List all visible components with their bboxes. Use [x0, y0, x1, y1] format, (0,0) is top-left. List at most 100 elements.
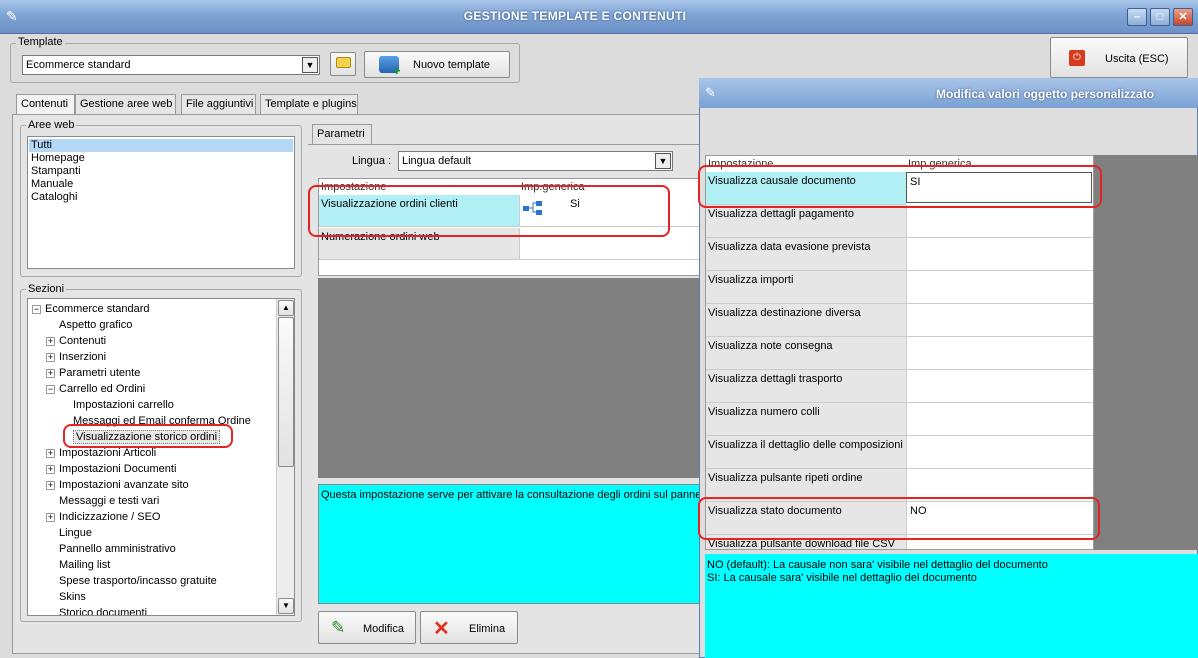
dialog-title: Modifica valori oggetto personalizzato: [936, 87, 1155, 101]
dialog-app-icon: ✎: [705, 85, 716, 100]
tree-item[interactable]: Spese trasporto/incasso gratuite: [46, 573, 217, 589]
tree-item[interactable]: + Contenuti: [46, 333, 106, 349]
tree-item[interactable]: + Indicizzazione / SEO: [46, 509, 161, 525]
chevron-down-icon[interactable]: ▼: [655, 153, 671, 169]
tree-item-label: Storico documenti: [59, 607, 148, 616]
lingua-label: Lingua :: [352, 155, 392, 167]
tree-scrollbar[interactable]: ▲ ▼: [276, 299, 294, 615]
add-icon: +: [393, 63, 401, 78]
tree-item[interactable]: − Carrello ed Ordini: [46, 381, 145, 397]
highlight-parametri-row: [308, 185, 670, 237]
row-name: Visualizza numero colli: [708, 406, 820, 418]
expand-icon[interactable]: +: [46, 464, 55, 474]
list-item[interactable]: Homepage: [31, 152, 85, 165]
tree-item-label: Aspetto grafico: [59, 319, 133, 331]
tree-item-label: Impostazioni Documenti: [59, 463, 177, 475]
tree-item[interactable]: Aspetto grafico: [46, 317, 132, 333]
tree-item-label: Parametri utente: [59, 367, 141, 379]
row-name: Visualizza note consegna: [708, 340, 833, 352]
tree-item[interactable]: Pannello amministrativo: [46, 541, 176, 557]
tree-item[interactable]: − Ecommerce standard: [32, 301, 150, 317]
dialog-grid[interactable]: Impostazione Imp.generica Visualizza cau…: [705, 155, 1094, 550]
highlight-stato-row: [698, 497, 1100, 540]
chevron-down-icon[interactable]: ▼: [302, 57, 318, 73]
tree-item[interactable]: Messaggi e testi vari: [46, 493, 159, 509]
tree-item[interactable]: Lingue: [46, 525, 92, 541]
row-name: Visualizza il dettaglio delle composizio…: [708, 439, 903, 451]
expand-icon[interactable]: +: [46, 512, 55, 522]
new-template-button[interactable]: + Nuovo template: [364, 51, 510, 78]
dialog-help-text: NO (default): La causale non sara' visib…: [705, 554, 1198, 658]
elimina-button[interactable]: ✕ Elimina: [420, 611, 518, 644]
table-row[interactable]: Visualizza numero colli: [706, 403, 906, 436]
tree-item-label: Impostazioni carrello: [73, 399, 174, 411]
table-row-value[interactable]: [906, 436, 1093, 469]
expand-icon[interactable]: +: [46, 336, 55, 346]
table-row[interactable]: Visualizza dettagli trasporto: [706, 370, 906, 403]
expand-icon[interactable]: +: [46, 368, 55, 378]
scroll-thumb[interactable]: [278, 317, 294, 467]
table-row[interactable]: Visualizza destinazione diversa: [706, 304, 906, 337]
table-row-value[interactable]: [906, 337, 1093, 370]
parametri-description: Questa impostazione serve per attivare l…: [318, 484, 706, 604]
sezioni-label: Sezioni: [26, 283, 67, 295]
tree-item[interactable]: + Inserzioni: [46, 349, 106, 365]
maximize-button[interactable]: □: [1150, 8, 1170, 26]
table-row-value[interactable]: [906, 271, 1093, 304]
highlight-selected-section: [63, 424, 233, 448]
list-item[interactable]: Stampanti: [31, 165, 81, 178]
collapse-icon[interactable]: −: [32, 304, 41, 314]
tree-item[interactable]: + Parametri utente: [46, 365, 140, 381]
tab-parametri[interactable]: Parametri: [312, 124, 372, 145]
row-name: Visualizza dettagli pagamento: [708, 208, 854, 220]
expand-icon[interactable]: +: [46, 448, 55, 458]
tree-item[interactable]: + Impostazioni Documenti: [46, 461, 176, 477]
scroll-down-button[interactable]: ▼: [278, 598, 294, 614]
row-name: Visualizza dettagli trasporto: [708, 373, 843, 385]
sezioni-tree[interactable]: − Ecommerce standard Aspetto grafico + Conte…: [27, 298, 295, 616]
table-row[interactable]: Visualizza il dettaglio delle composizio…: [706, 436, 906, 469]
list-item[interactable]: Tutti: [29, 139, 293, 152]
tree-item[interactable]: + Impostazioni avanzate sito: [46, 477, 189, 493]
table-row-value[interactable]: [906, 403, 1093, 436]
tab-contenuti[interactable]: Contenuti: [16, 94, 75, 115]
power-icon: ⏻: [1069, 50, 1085, 66]
window-title: GESTIONE TEMPLATE E CONTENUTI: [463, 9, 687, 23]
table-row-value[interactable]: [906, 304, 1093, 337]
exit-button[interactable]: ⏻ Uscita (ESC): [1050, 37, 1188, 78]
tab-file-aggiuntivi[interactable]: File aggiuntivi: [181, 94, 256, 114]
list-item[interactable]: Manuale: [31, 178, 73, 191]
open-folder-button[interactable]: [330, 52, 356, 76]
collapse-icon[interactable]: −: [46, 384, 55, 394]
minimize-button[interactable]: –: [1127, 8, 1147, 26]
lingua-select[interactable]: Lingua default ▼: [398, 151, 673, 171]
aree-web-list[interactable]: Tutti Homepage Stampanti Manuale Catalog…: [27, 136, 295, 269]
scroll-up-button[interactable]: ▲: [278, 300, 294, 316]
table-row-value[interactable]: [906, 370, 1093, 403]
close-button[interactable]: ✕: [1173, 8, 1193, 26]
delete-icon: ✕: [433, 618, 450, 640]
tree-item-label: Lingue: [59, 527, 93, 539]
table-row[interactable]: Visualizza note consegna: [706, 337, 906, 370]
expand-icon[interactable]: +: [46, 480, 55, 490]
tree-item-label: Carrello ed Ordini: [59, 383, 146, 395]
tree-item[interactable]: Impostazioni carrello: [60, 397, 174, 413]
list-item[interactable]: Cataloghi: [31, 191, 77, 204]
tree-item[interactable]: Skins: [46, 589, 86, 605]
aree-web-label: Aree web: [26, 119, 77, 131]
template-select[interactable]: Ecommerce standard ▼: [22, 55, 320, 75]
tab-template-e-plugins[interactable]: Template e plugins: [260, 94, 358, 114]
table-row[interactable]: Visualizza dettagli pagamento: [706, 205, 906, 238]
tree-item[interactable]: Storico documenti: [46, 605, 148, 616]
expand-icon[interactable]: +: [46, 352, 55, 362]
table-row[interactable]: Visualizza importi: [706, 271, 906, 304]
table-row[interactable]: Visualizza data evasione prevista: [706, 238, 906, 271]
tree-item-label: Contenuti: [59, 335, 107, 347]
tree-item[interactable]: Mailing list: [46, 557, 110, 573]
table-row-value[interactable]: [906, 205, 1093, 238]
row-name: Visualizza data evasione prevista: [708, 241, 871, 253]
modifica-button[interactable]: ✎ Modifica: [318, 611, 416, 644]
table-row-value[interactable]: [906, 238, 1093, 271]
tab-gestione-aree-web[interactable]: Gestione aree web: [75, 94, 176, 114]
row-name: Visualizza pulsante ripeti ordine: [708, 472, 863, 484]
